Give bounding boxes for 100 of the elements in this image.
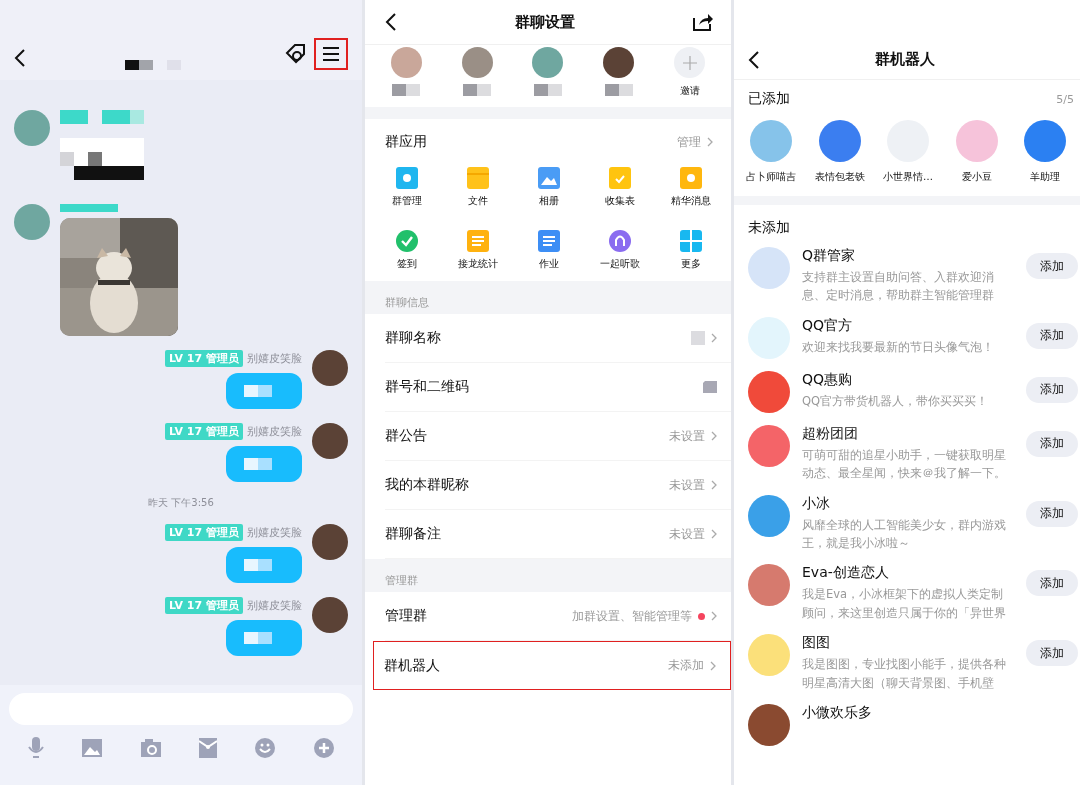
robot-description: 可萌可甜的追星小助手，一键获取明星动态、最全星闻，快来＠我了解一下。 [802, 446, 1007, 483]
back-icon[interactable] [748, 49, 760, 70]
grid-app-icon [680, 230, 703, 252]
add-button[interactable]: 添加 [1026, 570, 1078, 597]
menu-icon [323, 47, 339, 61]
share-icon[interactable] [693, 13, 713, 31]
add-button[interactable]: 添加 [1026, 640, 1078, 667]
robot-name: 图图 [802, 634, 831, 653]
chevron-right-icon [711, 611, 717, 621]
add-button[interactable]: 添加 [1026, 322, 1078, 349]
robot-item[interactable]: 羊助理 [1012, 120, 1078, 184]
camera-icon[interactable] [140, 739, 161, 757]
invite-button[interactable] [674, 47, 706, 78]
robot-item[interactable]: 表情包老铁 [806, 120, 873, 184]
plus-icon[interactable] [313, 738, 334, 758]
robot-name: 超粉团团 [802, 424, 859, 443]
mosaic-block [392, 84, 421, 96]
mosaic-block [604, 84, 633, 96]
message-bubble[interactable] [226, 547, 302, 583]
robot-description: 支持群主设置自助问答、入群欢迎消息、定时消息，帮助群主智能管理群 [802, 269, 995, 305]
add-button[interactable]: 添加 [1026, 376, 1078, 403]
robot-item[interactable]: 占卜师喵吉 [738, 120, 804, 184]
section-title: 未添加 [747, 218, 791, 237]
back-icon[interactable] [385, 12, 397, 32]
robot-name: QQ官方 [802, 316, 854, 335]
back-icon[interactable] [14, 48, 26, 68]
robot-name: QQ惠购 [802, 370, 854, 389]
chevron-right-icon [711, 431, 717, 441]
add-button[interactable]: 添加 [1026, 500, 1078, 527]
robot-item[interactable]: 爱小豆 [943, 120, 1010, 184]
microphone-icon[interactable] [28, 737, 45, 759]
chevron-right-icon [711, 333, 717, 343]
member-avatar[interactable] [603, 47, 635, 78]
list-app-icon [466, 230, 489, 252]
member-level-badge: LV 17 管理员 [165, 524, 243, 541]
photo-app-icon [538, 167, 560, 189]
section-title: 已添加 [748, 90, 790, 108]
robot-description: 欢迎来找我要最新的节日头像气泡！ [802, 338, 995, 356]
app-shortcut[interactable]: 接龙统计 [442, 230, 514, 271]
sender-name: 别嬉皮笑脸 [247, 598, 302, 613]
member-level-badge: LV 17 管理员 [165, 423, 243, 440]
chevron-right-icon [710, 660, 716, 671]
settings-row[interactable]: 群公告 未设置 [385, 412, 731, 461]
app-shortcut[interactable]: 文件 [442, 167, 514, 208]
tag-icon[interactable] [284, 42, 308, 66]
mosaic-block [691, 331, 705, 345]
settings-row[interactable]: 管理群 加群设置、智能管理等 [385, 592, 731, 641]
plus-icon [682, 55, 697, 70]
section-header: 管理群 [365, 559, 731, 592]
members-app-icon [395, 167, 418, 189]
avatar[interactable] [312, 597, 348, 633]
message-bubble[interactable] [226, 446, 302, 482]
settings-row[interactable]: 群聊名称 [385, 314, 731, 363]
chevron-right-icon [707, 137, 713, 147]
settings-row[interactable]: 群号和二维码 [385, 363, 731, 412]
avatar[interactable] [312, 423, 348, 459]
doc-app-icon [538, 230, 560, 252]
menu-button[interactable] [314, 38, 348, 70]
robot-name: Q群管家 [802, 247, 857, 265]
timestamp: 昨天 下午3:56 [148, 496, 214, 510]
section-header: 群聊信息 [365, 281, 731, 314]
message-bubble[interactable] [226, 620, 302, 656]
page-title: 群机器人 [875, 50, 935, 69]
sender-name: 别嬉皮笑脸 [247, 424, 302, 439]
app-shortcut[interactable]: 一起听歌 [584, 230, 656, 271]
avatar[interactable] [312, 350, 348, 386]
app-shortcut[interactable]: 更多 [655, 230, 727, 271]
robot-name: Eva-创造恋人 [802, 564, 890, 583]
checkin-app-icon [395, 230, 418, 252]
settings-row[interactable]: 我的本群昵称 未设置 [385, 461, 731, 510]
emoji-icon[interactable] [255, 738, 276, 758]
app-shortcut[interactable]: 相册 [513, 167, 585, 208]
settings-row[interactable]: 群机器人 未添加 [373, 641, 731, 690]
robot-description: 我是图图，专业找图小能手，提供各种明星高清大图（聊天背景图、手机壁 [802, 656, 1007, 692]
app-shortcut[interactable]: 收集表 [584, 167, 656, 208]
robot-count: 5/5 [1056, 92, 1074, 106]
add-button[interactable]: 添加 [1026, 253, 1078, 279]
image-icon[interactable] [82, 739, 103, 757]
app-shortcut[interactable]: 群管理 [371, 167, 443, 208]
app-shortcut[interactable]: 签到 [371, 230, 443, 271]
music-app-icon [609, 230, 632, 252]
app-shortcut[interactable]: 作业 [513, 230, 585, 271]
mosaic-block [703, 381, 717, 393]
app-shortcut[interactable]: 精华消息 [655, 167, 727, 208]
invite-label: 邀请 [679, 84, 700, 98]
chevron-right-icon [711, 480, 717, 490]
sender-name: 别嬉皮笑脸 [247, 525, 302, 540]
avatar[interactable] [312, 524, 348, 560]
mosaic-block [60, 204, 118, 212]
add-button[interactable]: 添加 [1026, 430, 1078, 457]
message-bubble[interactable] [226, 373, 302, 409]
mosaic-block [534, 84, 562, 96]
robot-item[interactable]: 小世界情… [875, 120, 941, 184]
robot-name: 小微欢乐多 [802, 703, 873, 722]
sender-name: 别嬉皮笑脸 [247, 351, 302, 366]
member-level-badge: LV 17 管理员 [165, 597, 243, 614]
form-app-icon [609, 167, 632, 189]
folder-app-icon [466, 167, 489, 189]
page-title: 群聊设置 [515, 12, 575, 32]
envelope-icon[interactable] [199, 738, 218, 758]
